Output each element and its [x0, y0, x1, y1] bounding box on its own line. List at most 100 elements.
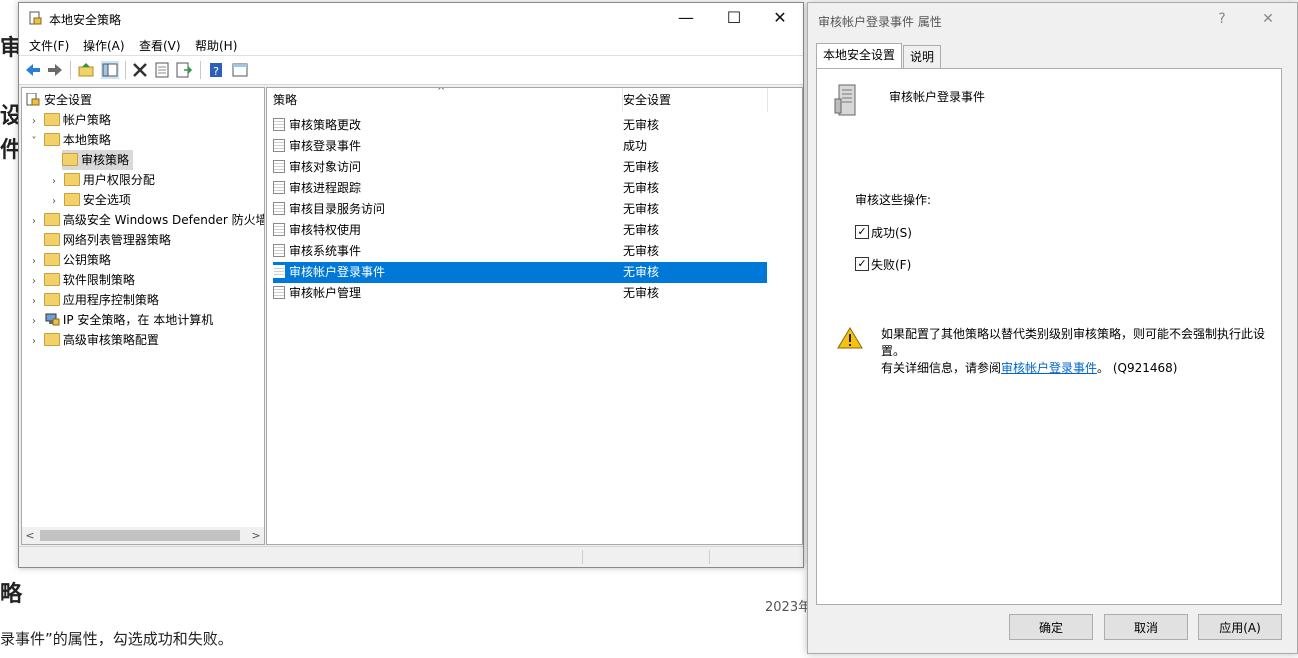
column-header-security-setting[interactable]: 安全设置 — [623, 88, 768, 112]
success-label[interactable]: 成功(S) — [871, 224, 912, 241]
toolbar: ? — [19, 55, 803, 85]
chevron-right-icon[interactable]: › — [28, 252, 40, 272]
tree-item-security-settings[interactable]: 安全设置 — [25, 90, 92, 110]
maximize-button[interactable]: ☐ — [711, 3, 757, 33]
tree-item-security-options[interactable]: › 安全选项 — [48, 190, 131, 210]
policy-icon — [273, 286, 285, 299]
server-icon — [834, 84, 856, 116]
tree-item-public-key-policies[interactable]: › 公钥策略 — [28, 250, 111, 270]
folder-icon — [43, 333, 60, 346]
policy-list-pane[interactable]: 策略 ^ 安全设置 审核策略更改 无审核 审核登录事件 成功 审核对象访问 无审核 审… — [266, 87, 803, 545]
close-icon: ✕ — [773, 8, 787, 27]
forward-icon[interactable] — [46, 61, 64, 79]
maximize-icon: ☐ — [726, 8, 742, 27]
status-bar — [19, 546, 803, 567]
status-divider — [582, 550, 583, 564]
table-row[interactable]: 审核特权使用 无审核 — [273, 220, 767, 241]
success-checkbox[interactable]: ✓ — [855, 225, 869, 239]
table-row[interactable]: 审核系统事件 无审核 — [273, 241, 767, 262]
tree-item-audit-policy[interactable]: 审核策略 — [62, 150, 134, 170]
tree-item-application-control[interactable]: › 应用程序控制策略 — [28, 290, 159, 310]
properties-icon[interactable] — [153, 61, 171, 79]
policy-icon — [273, 223, 285, 236]
menu-help[interactable]: 帮助(H) — [195, 37, 237, 54]
console-view-icon[interactable] — [231, 61, 249, 79]
bg-heading-fragment-4: 略 — [0, 582, 23, 607]
close-button[interactable]: ✕ — [757, 3, 803, 33]
minimize-button[interactable]: — — [663, 3, 709, 33]
table-row[interactable]: 审核进程跟踪 无审核 — [273, 178, 767, 199]
table-row-selected[interactable]: 审核帐户登录事件 无审核 — [273, 262, 767, 283]
chevron-right-icon[interactable]: › — [28, 312, 40, 332]
chevron-right-icon[interactable]: › — [28, 292, 40, 312]
scrollbar-thumb[interactable] — [40, 530, 240, 541]
chevron-right-icon[interactable]: › — [48, 192, 60, 212]
tree-pane[interactable]: 安全设置 › 帐户策略 ˅ 本地策略 审核策略 › 用户权限分配 › 安全选项 … — [21, 87, 265, 545]
more-info-line: 有关详细信息，请参阅审核帐户登录事件。 (Q921468) — [881, 361, 1178, 375]
warning-icon — [837, 327, 863, 349]
toolbar-separator — [70, 61, 71, 79]
chevron-right-icon[interactable]: › — [28, 272, 40, 292]
export-list-icon[interactable] — [175, 61, 193, 79]
tab-explain[interactable]: 说明 — [903, 45, 942, 68]
scroll-right-icon[interactable]: > — [248, 527, 264, 544]
bg-date-fragment: 2023年 — [765, 600, 812, 615]
up-folder-icon[interactable] — [77, 61, 95, 79]
chevron-right-icon[interactable]: › — [28, 332, 40, 352]
tree-item-software-restriction[interactable]: › 软件限制策略 — [28, 270, 135, 290]
tree-horizontal-scrollbar[interactable]: < > — [22, 527, 264, 544]
menu-view[interactable]: 查看(V) — [139, 37, 181, 54]
scroll-left-icon[interactable]: < — [22, 527, 38, 544]
folder-icon — [63, 173, 80, 186]
failure-checkbox[interactable]: ✓ — [855, 257, 869, 271]
delete-icon[interactable] — [131, 61, 149, 79]
folder-icon — [62, 153, 78, 166]
chevron-right-icon[interactable]: › — [48, 172, 60, 192]
sort-ascending-icon: ^ — [437, 87, 446, 97]
help-icon[interactable]: ? — [207, 61, 225, 79]
window-title: 本地安全策略 — [49, 13, 122, 27]
audit-actions-label: 审核这些操作: — [855, 193, 932, 207]
chevron-right-icon[interactable]: › — [28, 212, 40, 232]
folder-icon — [43, 213, 60, 226]
dialog-close-button[interactable]: ✕ — [1253, 7, 1283, 31]
tree-item-local-policies[interactable]: ˅ 本地策略 — [28, 130, 111, 150]
policy-icon — [273, 118, 285, 131]
back-icon[interactable] — [24, 61, 42, 79]
table-row[interactable]: 审核帐户管理 无审核 — [273, 283, 767, 304]
show-hide-tree-icon[interactable] — [101, 61, 119, 79]
column-header-policy[interactable]: 策略 ^ — [267, 88, 623, 112]
help-button[interactable]: ? — [1207, 7, 1237, 31]
tree-item-network-list-manager[interactable]: 网络列表管理器策略 — [28, 230, 171, 250]
policy-icon — [273, 244, 285, 257]
table-row[interactable]: 审核策略更改 无审核 — [273, 115, 767, 136]
title-bar[interactable]: 本地安全策略 — ☐ ✕ — [19, 3, 803, 33]
menu-file[interactable]: 文件(F) — [29, 37, 69, 54]
tree-item-account-policies[interactable]: › 帐户策略 — [28, 110, 111, 130]
more-info-link[interactable]: 审核帐户登录事件 — [1001, 361, 1097, 375]
ip-security-icon — [45, 313, 60, 326]
cancel-button[interactable]: 取消 — [1104, 614, 1188, 640]
folder-icon — [43, 293, 60, 306]
folder-icon — [43, 233, 60, 246]
tree-item-user-rights[interactable]: › 用户权限分配 — [48, 170, 155, 190]
ok-button[interactable]: 确定 — [1009, 614, 1093, 640]
chevron-down-icon[interactable]: ˅ — [28, 132, 40, 152]
chevron-right-icon[interactable]: › — [28, 112, 40, 132]
folder-open-icon — [43, 133, 60, 146]
apply-button[interactable]: 应用(A) — [1198, 614, 1282, 640]
policy-icon — [273, 139, 285, 152]
table-row[interactable]: 审核登录事件 成功 — [273, 136, 767, 157]
security-policy-icon — [29, 11, 42, 25]
tab-local-security-setting[interactable]: 本地安全设置 — [816, 43, 903, 68]
failure-label[interactable]: 失败(F) — [871, 256, 911, 273]
menu-action[interactable]: 操作(A) — [83, 37, 125, 54]
tree-item-ip-security[interactable]: › IP 安全策略，在 本地计算机 — [28, 310, 213, 330]
tree-item-advanced-audit[interactable]: › 高级审核策略配置 — [28, 330, 159, 350]
help-icon: ? — [1218, 11, 1226, 27]
table-row[interactable]: 审核对象访问 无审核 — [273, 157, 767, 178]
tree-item-defender-firewall[interactable]: › 高级安全 Windows Defender 防火墙 — [28, 210, 264, 232]
bg-paragraph-fragment: 录事件”的属性，勾选成功和失败。 — [0, 630, 233, 648]
table-row[interactable]: 审核目录服务访问 无审核 — [273, 199, 767, 220]
security-settings-icon — [26, 93, 40, 106]
